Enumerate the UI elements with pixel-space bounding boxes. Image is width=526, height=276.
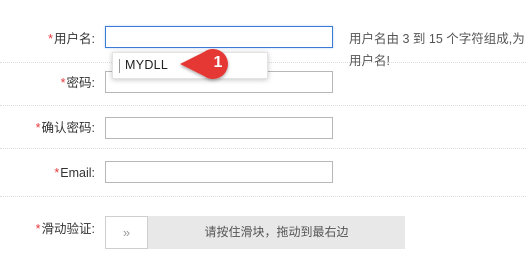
email-label: *Email: xyxy=(54,166,95,180)
confirm-password-input[interactable] xyxy=(105,117,333,139)
required-mark: * xyxy=(48,32,54,46)
slide-verify-label: *滑动验证: xyxy=(35,222,95,236)
required-mark: * xyxy=(54,166,60,180)
required-mark: * xyxy=(35,222,41,236)
callout-number: 1 xyxy=(213,54,223,71)
slide-verify-instruction: 请按住滑块，拖动到最右边 xyxy=(204,225,349,239)
email-input[interactable] xyxy=(105,161,333,183)
text-caret xyxy=(119,59,120,73)
autocomplete-suggestion[interactable]: MYDLL xyxy=(125,58,168,72)
slide-verify-handle[interactable]: » xyxy=(105,216,148,249)
required-mark: * xyxy=(60,76,66,90)
required-mark: * xyxy=(35,121,41,135)
password-label: *密码: xyxy=(60,76,95,90)
username-label: *用户名: xyxy=(48,32,95,46)
slide-verify-track[interactable]: » 请按住滑块，拖动到最右边 xyxy=(105,216,405,249)
confirm-password-label: *确认密码: xyxy=(35,121,95,135)
double-chevron-right-icon: » xyxy=(122,225,131,240)
